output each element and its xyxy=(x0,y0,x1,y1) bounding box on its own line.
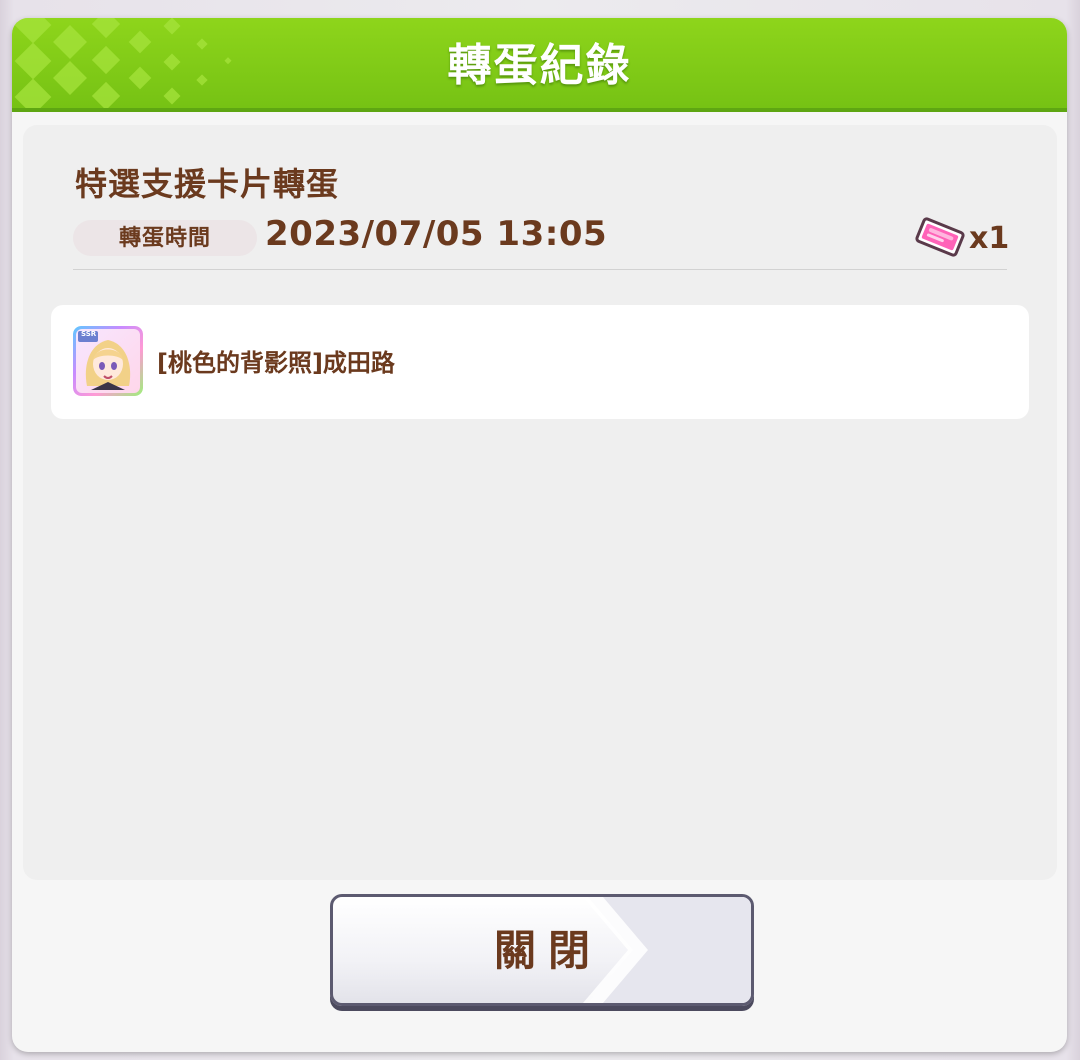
section-divider xyxy=(73,269,1007,270)
support-card-name: [桃色的背影照]成田路 xyxy=(157,349,395,377)
dialog-title: 轉蛋紀錄 xyxy=(447,40,632,91)
ticket-quantity: x1 xyxy=(969,221,1010,256)
ticket-icon xyxy=(915,217,965,257)
pull-time-label: 轉蛋時間 xyxy=(73,220,257,256)
close-button-label: 關閉 xyxy=(493,926,602,975)
history-panel: 特選支援卡片轉蛋 轉蛋時間 2023/07/05 13:05 x1 SSR [桃… xyxy=(23,125,1057,880)
rarity-badge: SSR xyxy=(81,330,97,338)
pull-time-value: 2023/07/05 13:05 xyxy=(265,214,608,254)
gacha-banner-name: 特選支援卡片轉蛋 xyxy=(75,165,340,203)
gacha-history-dialog: 轉蛋紀錄 特選支援卡片轉蛋 轉蛋時間 2023/07/05 13:05 x1 S… xyxy=(12,18,1067,1052)
close-button[interactable]: 關閉 xyxy=(330,894,754,1006)
dialog-header: 轉蛋紀錄 xyxy=(12,18,1067,112)
list-item[interactable]: SSR [桃色的背影照]成田路 xyxy=(51,305,1029,419)
